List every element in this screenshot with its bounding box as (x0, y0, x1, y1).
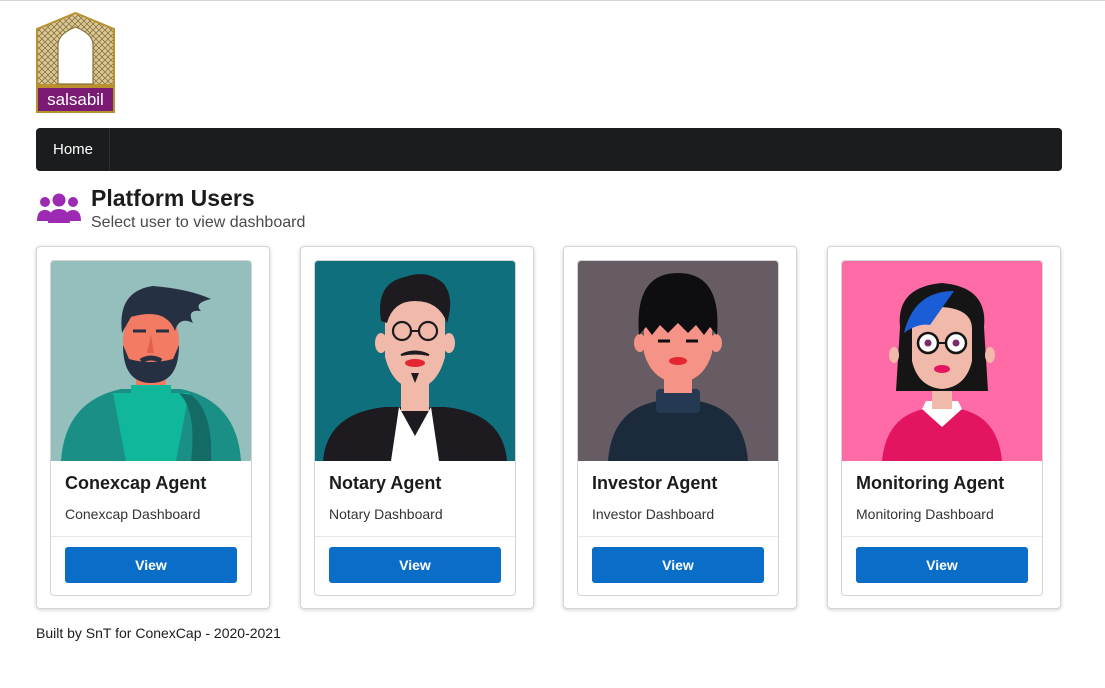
card-title: Monitoring Agent (856, 473, 1005, 493)
card-divider (315, 536, 515, 537)
page-subtitle: Select user to view dashboard (91, 214, 306, 231)
card-title: Investor Agent (592, 473, 718, 493)
logo-wordmark: salsabil (36, 86, 115, 113)
footer-credit: Built by SnT for ConexCap - 2020-2021 (36, 625, 281, 641)
view-conexcap-button[interactable]: View (65, 547, 237, 583)
card-description: Investor Dashboard (592, 506, 715, 522)
investor-agent-avatar (578, 261, 778, 461)
card-body: Conexcap Agent Conexcap Dashboard View (50, 260, 252, 596)
conexcap-agent-avatar (51, 261, 251, 461)
salsabil-logo: salsabil (36, 12, 115, 113)
view-investor-button[interactable]: View (592, 547, 764, 583)
view-monitoring-button[interactable]: View (856, 547, 1028, 583)
card-description: Monitoring Dashboard (856, 506, 994, 522)
user-card-investor: Investor Agent Investor Dashboard View (563, 246, 797, 609)
top-navbar: Home (36, 128, 1062, 171)
card-body: Monitoring Agent Monitoring Dashboard Vi… (841, 260, 1043, 596)
card-description: Conexcap Dashboard (65, 506, 201, 522)
notary-agent-avatar (315, 261, 515, 461)
card-title: Notary Agent (329, 473, 442, 493)
card-body: Notary Agent Notary Dashboard View (314, 260, 516, 596)
arch-logo-graphic (36, 12, 115, 86)
card-divider (578, 536, 778, 537)
card-body: Investor Agent Investor Dashboard View (577, 260, 779, 596)
user-card-monitoring: Monitoring Agent Monitoring Dashboard Vi… (827, 246, 1061, 609)
card-divider (842, 536, 1042, 537)
nav-item-home[interactable]: Home (36, 128, 111, 171)
page-title: Platform Users (91, 185, 255, 211)
view-notary-button[interactable]: View (329, 547, 501, 583)
card-description: Notary Dashboard (329, 506, 443, 522)
card-title: Conexcap Agent (65, 473, 207, 493)
user-card-conexcap: Conexcap Agent Conexcap Dashboard View (36, 246, 270, 609)
monitoring-agent-avatar (842, 261, 1042, 461)
users-icon (37, 193, 81, 223)
card-divider (51, 536, 251, 537)
user-card-notary: Notary Agent Notary Dashboard View (300, 246, 534, 609)
